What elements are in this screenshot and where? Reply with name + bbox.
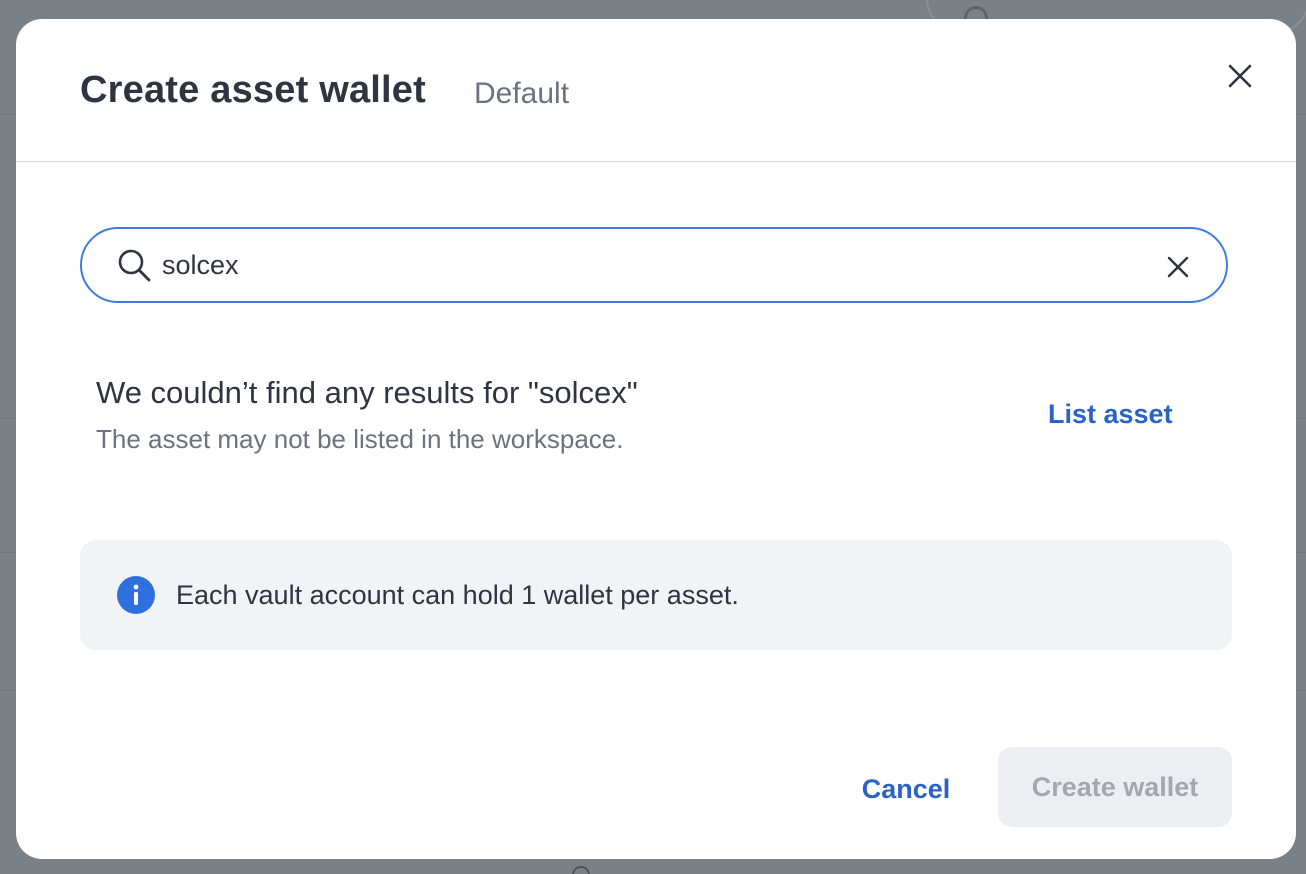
no-results-subtitle: The asset may not be listed in the works… [96, 424, 624, 454]
dialog-header: Create asset wallet Default [16, 19, 1296, 162]
clear-search-icon[interactable] [1164, 253, 1192, 281]
info-text: Each vault account can hold 1 wallet per… [176, 580, 739, 610]
info-banner: Each vault account can hold 1 wallet per… [80, 540, 1232, 650]
dialog-subtitle: Default [474, 77, 570, 110]
create-asset-wallet-dialog: Create asset wallet Default We couldn’t … [16, 19, 1296, 859]
cancel-button[interactable]: Cancel [846, 759, 966, 819]
close-button[interactable] [1220, 57, 1260, 97]
list-asset-link[interactable]: List asset [1048, 399, 1173, 430]
close-icon [1228, 64, 1252, 88]
dialog-title: Create asset wallet [80, 69, 426, 111]
asset-search-field[interactable] [80, 227, 1228, 303]
background-icon [572, 866, 590, 874]
info-icon [117, 576, 155, 614]
no-results-title: We couldn’t find any results for "solcex… [96, 375, 638, 410]
search-input[interactable] [162, 243, 1142, 287]
create-wallet-button[interactable]: Create wallet [998, 747, 1232, 827]
search-icon [118, 249, 151, 282]
